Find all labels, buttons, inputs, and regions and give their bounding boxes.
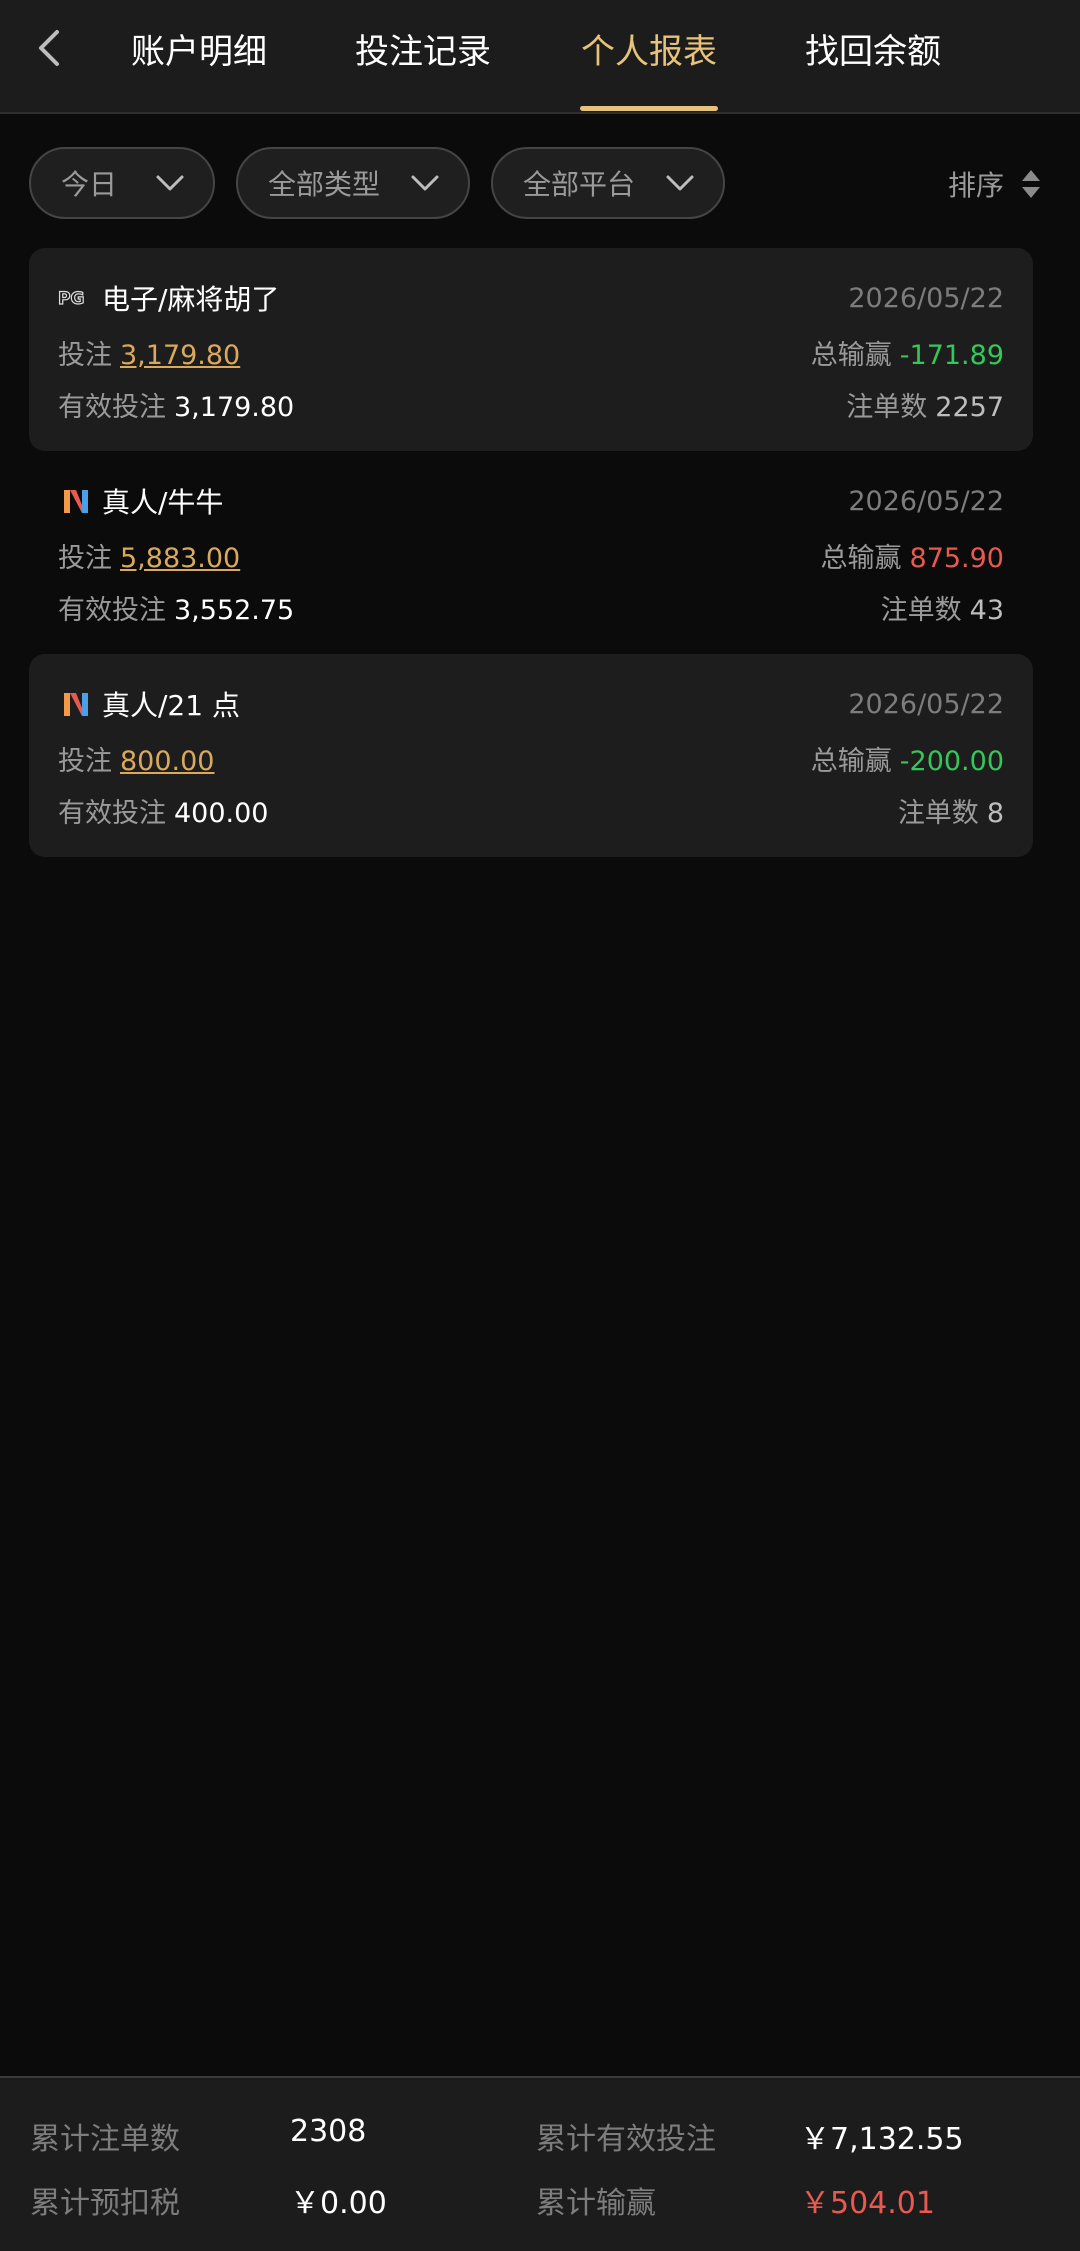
win-loss-value: 875.90 [909, 542, 1004, 574]
sort-button[interactable]: 排序 [948, 162, 1042, 206]
chevron-down-icon [665, 173, 695, 193]
report-card[interactable]: 真人/21 点 2026/05/22 投注 800.00 总输赢 -200.00 有… [29, 654, 1033, 857]
pre-tax-label: 累计预扣税 [30, 2186, 180, 2221]
bet-label: 投注 [58, 745, 112, 777]
bet-amount-link[interactable]: 3,179.80 [120, 340, 240, 371]
chevron-down-icon [410, 173, 440, 193]
bet-label: 投注 [58, 542, 112, 574]
order-count-value: 43 [969, 594, 1004, 626]
chevron-down-icon [155, 173, 185, 193]
platform-filter-dropdown[interactable]: 全部平台 [491, 147, 725, 219]
type-filter-label: 全部类型 [268, 168, 381, 201]
bet-label: 投注 [58, 339, 112, 371]
valid-bet-value: 3,179.80 [174, 391, 295, 423]
pg-logo-icon: PG [58, 283, 94, 313]
order-count-label: 注单数 [846, 391, 928, 423]
tab-account-details[interactable]: 账户明细 [112, 0, 286, 112]
record-date: 2026/05/22 [848, 485, 1004, 517]
active-tab-indicator [580, 106, 718, 111]
win-loss-value: -171.89 [899, 339, 1004, 371]
date-filter-label: 今日 [61, 168, 118, 201]
valid-bet-label: 有效投注 [58, 391, 166, 423]
order-count-label: 注单数 [897, 797, 979, 829]
m-logo-icon [58, 486, 94, 516]
win-loss-label: 总输赢 [820, 542, 902, 574]
tab-bet-records[interactable]: 投注记录 [336, 0, 510, 112]
valid-bet-label: 有效投注 [58, 594, 166, 626]
report-card[interactable]: PG 电子/麻将胡了 2026/05/22 投注 3,179.80 总输赢 -171… [29, 248, 1033, 451]
date-filter-dropdown[interactable]: 今日 [29, 147, 215, 219]
total-valid-bet-value: ￥7,132.55 [800, 2122, 964, 2157]
order-count-value: 2257 [935, 391, 1004, 423]
record-date: 2026/05/22 [848, 282, 1004, 314]
chevron-left-icon [39, 30, 59, 66]
tab-recover-balance[interactable]: 找回余额 [786, 0, 960, 112]
total-win-loss-label: 累计输赢 [536, 2186, 656, 2221]
valid-bet-value: 3,552.75 [174, 594, 295, 626]
game-name: 电子/麻将胡了 [102, 283, 280, 316]
valid-bet-value: 400.00 [174, 797, 269, 829]
total-win-loss-value: ￥504.01 [800, 2186, 935, 2221]
pre-tax-value: ￥0.00 [290, 2186, 387, 2221]
win-loss-label: 总输赢 [810, 745, 892, 777]
order-count-label: 注单数 [880, 594, 962, 626]
tab-personal-report[interactable]: 个人报表 [562, 0, 736, 112]
total-orders-label: 累计注单数 [30, 2122, 180, 2157]
bet-amount-link[interactable]: 800.00 [120, 746, 214, 777]
game-name: 真人/21 点 [102, 689, 240, 722]
order-count-value: 8 [986, 797, 1004, 829]
sort-label: 排序 [947, 169, 1004, 202]
svg-text:PG: PG [58, 289, 84, 309]
bet-amount-link[interactable]: 5,883.00 [120, 543, 240, 574]
win-loss-label: 总输赢 [810, 339, 892, 371]
type-filter-dropdown[interactable]: 全部类型 [236, 147, 470, 219]
back-button[interactable] [20, 18, 76, 78]
win-loss-value: -200.00 [899, 745, 1004, 777]
personal-report-page: 账户明细 投注记录 个人报表 找回余额 今日 全部类型 全部平台 排序 PG 电… [0, 0, 1080, 2251]
summary-footer: 累计注单数 2308 累计有效投注 ￥7,132.55 累计预扣税 ￥0.00 … [0, 2076, 1080, 2251]
record-date: 2026/05/22 [848, 688, 1004, 720]
total-orders-value: 2308 [290, 2114, 367, 2149]
top-nav-bar: 账户明细 投注记录 个人报表 找回余额 [0, 0, 1080, 114]
platform-filter-label: 全部平台 [523, 168, 636, 201]
game-name: 真人/牛牛 [102, 486, 224, 519]
sort-arrows-icon [1022, 170, 1040, 198]
m-logo-icon [58, 689, 94, 719]
total-valid-bet-label: 累计有效投注 [536, 2122, 716, 2157]
valid-bet-label: 有效投注 [58, 797, 166, 829]
report-card[interactable]: 真人/牛牛 2026/05/22 投注 5,883.00 总输赢 875.90 有效… [29, 451, 1033, 654]
